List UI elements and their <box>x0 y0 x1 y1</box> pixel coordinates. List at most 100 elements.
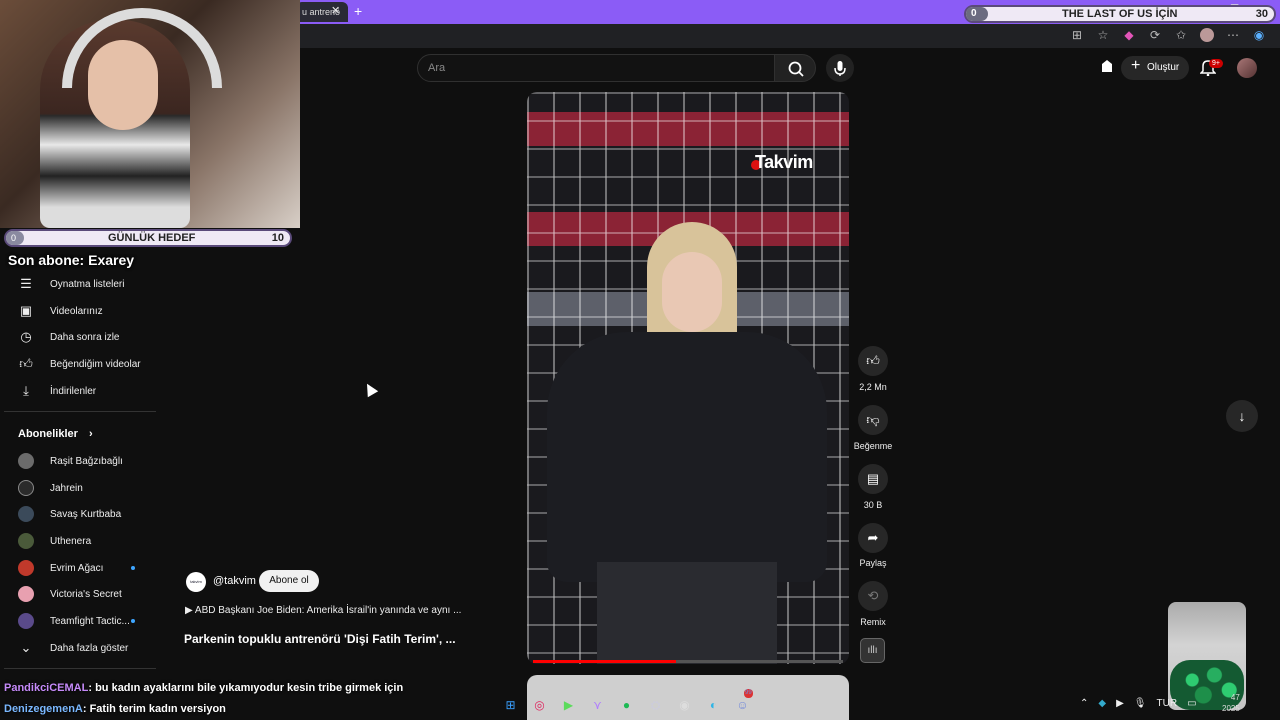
dislike-button[interactable]: 👎︎ <box>858 405 888 435</box>
arrow-down-icon: ↓ <box>1238 408 1246 424</box>
chat-username: DenizegemenA <box>4 703 83 715</box>
create-label: Oluştur <box>1147 62 1180 73</box>
steam-icon[interactable]: ⛭ <box>645 695 666 716</box>
video-subject <box>527 222 849 664</box>
vs-icon[interactable]: ⋎ <box>587 695 608 716</box>
subscriptions-heading[interactable]: Abonelikler › <box>18 428 93 440</box>
sidebar-item-label: Beğendiğim videolar <box>50 358 141 370</box>
chat-message: DenizegemenA: Fatih terim kadın versiyon <box>4 703 226 715</box>
daily-goal-title: GÜNLÜK HEDEF <box>108 232 196 244</box>
profile-avatar[interactable] <box>1237 58 1257 78</box>
sidebar-item-watch-later[interactable]: ◷ Daha sonra izle <box>18 327 119 347</box>
discord-icon[interactable]: ☺ 99 <box>732 688 753 716</box>
spotify-icon[interactable]: ● <box>616 695 637 716</box>
new-tab-button[interactable]: + <box>354 3 362 19</box>
like-button[interactable]: 👍︎ <box>858 346 888 376</box>
goal-title: THE LAST OF US İÇİN <box>1062 8 1178 20</box>
sidebar-item-label: Teamfight Tactic... <box>50 615 130 627</box>
clock-date: 2025 <box>1222 704 1240 713</box>
search-placeholder: Ara <box>428 62 446 74</box>
sidebar-item-label: Victoria's Secret <box>50 588 122 600</box>
video-title[interactable]: Parkenin topuklu antrenörü 'Dişi Fatih T… <box>184 632 456 646</box>
windows-icon[interactable]: ⊞ <box>500 695 521 716</box>
star-icon[interactable]: ☆ <box>1096 28 1110 45</box>
new-content-dot <box>131 619 135 623</box>
comments-button[interactable]: ▤ <box>858 464 888 494</box>
video-subject-pants <box>597 562 777 664</box>
subscriptions-title: Abonelikler <box>18 428 78 440</box>
show-more-button[interactable]: ⌄ Daha fazla göster <box>18 638 129 658</box>
cast-icon <box>1102 60 1112 72</box>
youtube-tray-icon[interactable]: ▶ <box>1116 698 1124 709</box>
sidebar-item-label: Savaş Kurtbaba <box>50 508 122 520</box>
share-label: Paylaş <box>859 558 887 568</box>
last-subscriber-label: Son abone: Exarey <box>8 252 135 268</box>
sidebar-item-your-videos[interactable]: ▣ Videolarınız <box>18 301 103 321</box>
channel-avatar <box>18 613 34 629</box>
copilot-icon[interactable]: ◉ <box>1252 28 1266 45</box>
sidebar-item-subscription[interactable]: Uthenera <box>18 531 91 551</box>
edge-icon[interactable]: ◐ <box>703 695 724 716</box>
channel-avatar[interactable]: takvim <box>186 572 206 592</box>
sidebar-item-subscription[interactable]: Raşit Bağzıbağlı <box>18 451 123 471</box>
sidebar-item-subscription[interactable]: Teamfight Tactic... <box>18 611 130 631</box>
sidebar-item-downloads[interactable]: ⤓ İndirilenler <box>18 381 96 401</box>
channel-handle[interactable]: @takvim <box>213 575 256 587</box>
remix-button[interactable]: ⟲ <box>858 581 888 611</box>
sidebar-item-subscription[interactable]: Jahrein <box>18 478 83 498</box>
sidebar-item-playlists[interactable]: ☰ Oynatma listeleri <box>18 274 124 294</box>
chevron-right-icon: › <box>88 428 93 440</box>
daily-goal-current: 0 <box>11 233 17 243</box>
short-video-player[interactable]: Takvim <box>527 92 849 664</box>
terminal-icon[interactable]: ▶ <box>558 695 579 716</box>
video-description[interactable]: ▶ ABD Başkanı Joe Biden: Amerika İsrail'… <box>185 605 461 616</box>
comment-icon: ▤ <box>866 471 880 486</box>
more-icon[interactable]: ⋯ <box>1226 28 1240 45</box>
create-button[interactable]: + Oluştur <box>1121 56 1189 80</box>
like-count: 2,2 Mn <box>859 382 887 392</box>
profile-icon[interactable] <box>1200 28 1214 45</box>
video-progress-bar[interactable] <box>533 660 843 663</box>
next-video-button[interactable]: ↓ <box>1226 400 1258 432</box>
network-icon[interactable]: ◆ <box>1098 698 1106 709</box>
sidebar-item-label: İndirilenler <box>50 385 97 397</box>
show-more-label: Daha fazla göster <box>50 642 129 654</box>
sidebar-item-subscription[interactable]: Victoria's Secret <box>18 584 122 604</box>
screen: u antrenö ✕ + — ❐ ⊞ ☆ ◆ ⟳ ✩ ⋯ ◉ 0 THE LA… <box>0 0 1280 720</box>
sound-button[interactable]: ıllı <box>860 638 885 663</box>
sidebar-item-subscription[interactable]: Savaş Kurtbaba <box>18 504 121 524</box>
video-progress-fill <box>533 660 676 663</box>
cast-button[interactable] <box>1099 56 1115 85</box>
daily-goal-target: 10 <box>271 232 284 244</box>
channel-avatar <box>18 586 34 602</box>
chat-message: PandikciCEMAL: bu kadın ayaklarını bile … <box>4 682 403 694</box>
obs-icon[interactable]: ◉ <box>674 695 695 716</box>
sidebar-item-liked-videos[interactable]: 👍︎ Beğendiğim videolar <box>18 354 141 374</box>
sidebar-item-subscription[interactable]: Evrim Ağacı <box>18 558 103 578</box>
microphone-icon[interactable]: 🎙︎ <box>1134 698 1147 709</box>
voice-search-button[interactable] <box>826 54 854 82</box>
extensions-icon[interactable]: ⊞ <box>1070 28 1084 45</box>
search-input[interactable]: Ara <box>417 54 775 82</box>
subscribe-button[interactable]: Abone ol <box>259 570 319 592</box>
close-tab-icon[interactable]: ✕ <box>331 4 340 17</box>
sync-icon[interactable]: ⟳ <box>1148 28 1162 45</box>
thumbs-down-icon: 👎︎ <box>866 412 880 427</box>
share-button[interactable]: ➦ <box>858 523 888 553</box>
goal-progress-fill <box>966 7 988 21</box>
audio-wave-icon: ıllı <box>867 645 878 656</box>
opera-gx-icon[interactable]: ◎ <box>529 695 550 716</box>
taskbar-clock[interactable]: 47 2025 <box>1222 692 1240 714</box>
display-icon[interactable]: ▭ <box>1187 698 1196 709</box>
language-indicator[interactable]: TUR <box>1157 698 1178 709</box>
sidebar-item-label: Evrim Ağacı <box>50 562 104 574</box>
sidebar-item-label: Jahrein <box>50 482 83 494</box>
extension-icon[interactable]: ◆ <box>1122 28 1136 45</box>
plus-icon: + <box>1131 57 1141 74</box>
favorites-icon[interactable]: ✩ <box>1174 28 1188 45</box>
search-button[interactable] <box>774 54 816 82</box>
chat-text: : Fatih terim kadın versiyon <box>82 703 226 715</box>
chevron-up-icon[interactable]: ⌃ <box>1080 698 1088 709</box>
channel-avatar <box>18 453 34 469</box>
thumbs-up-icon: 👍︎ <box>866 353 880 368</box>
